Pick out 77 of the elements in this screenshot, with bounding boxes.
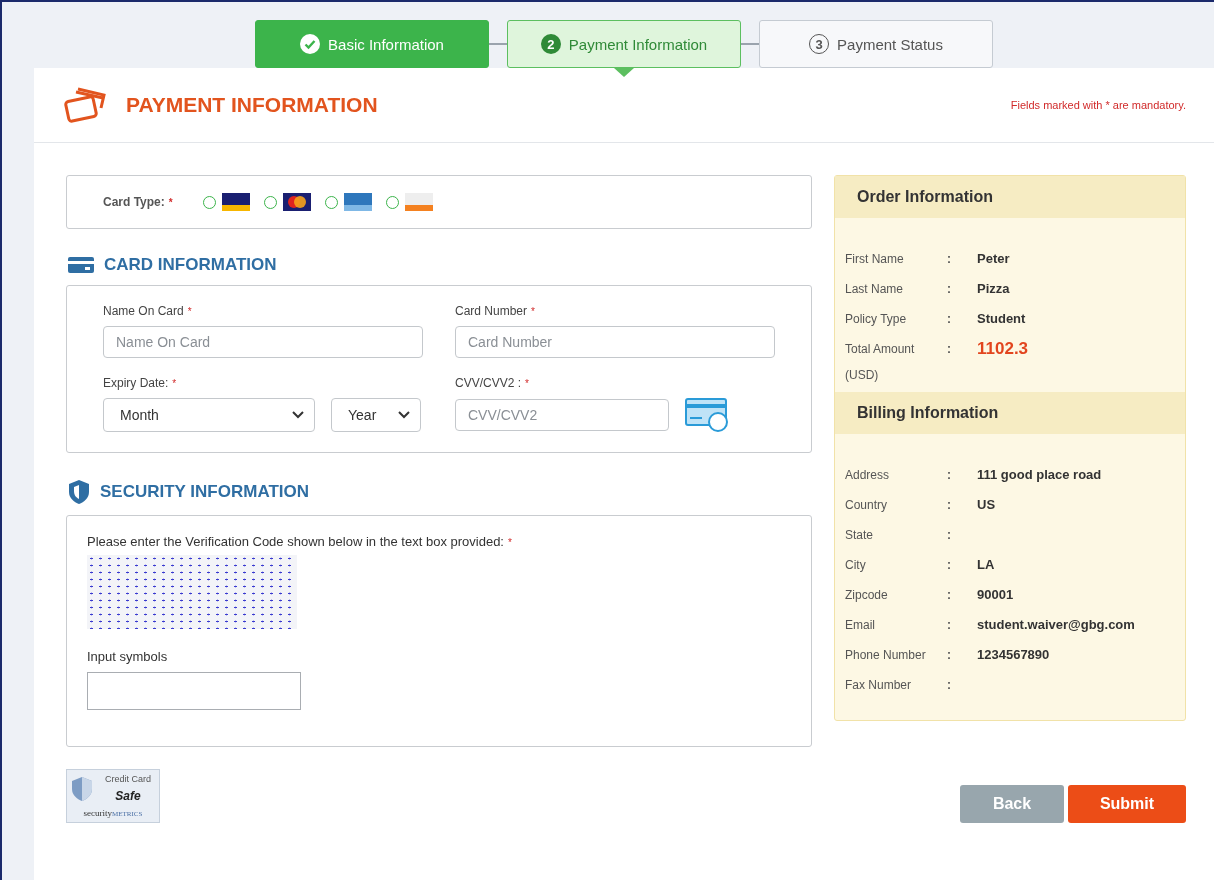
info-value: LA <box>977 556 996 574</box>
info-value: 111 good place road <box>977 466 1103 484</box>
shield-icon <box>68 479 90 505</box>
text-input[interactable]: Name On Card <box>103 326 423 358</box>
captcha-input[interactable] <box>87 672 301 710</box>
colon: : <box>947 497 952 514</box>
radio-button[interactable] <box>324 195 338 209</box>
info-label: City <box>845 557 867 574</box>
dropdown-select[interactable]: Year <box>331 398 421 432</box>
colon: : <box>947 527 952 544</box>
colon: : <box>947 341 952 358</box>
info-label: Total Amount <box>845 341 916 358</box>
colon: : <box>947 467 952 484</box>
colon: : <box>947 251 952 268</box>
shield-icon <box>70 776 94 802</box>
chevron-down-icon <box>292 411 304 419</box>
colon: : <box>947 677 952 694</box>
info-label: State <box>845 527 875 544</box>
mandatory-notice: Fields marked with * are mandatory. <box>1010 99 1186 111</box>
info-label: Fax Number <box>845 677 913 694</box>
card-logo-icon <box>404 193 433 211</box>
badge-text: Credit Card <box>104 774 152 785</box>
colon: : <box>947 587 952 604</box>
page-title: PAYMENT INFORMATION <box>126 93 379 117</box>
card-logo-icon <box>282 193 311 211</box>
info-value: US <box>977 496 997 514</box>
colon: : <box>947 647 952 664</box>
info-label: Country <box>845 497 889 514</box>
field-label: Name On Card * <box>103 304 193 318</box>
radio-button[interactable] <box>263 195 277 209</box>
field-label: Expiry Date: * <box>103 376 178 390</box>
info-label: Email <box>845 617 876 634</box>
colon: : <box>947 617 952 634</box>
field-label: CVV/CVV2 : * <box>455 376 530 390</box>
panel-heading: Order Information <box>835 176 1185 218</box>
info-label: (USD) <box>845 367 880 384</box>
colon: : <box>947 557 952 574</box>
info-value: 1102.3 <box>977 338 1030 360</box>
progress-step[interactable]: Basic Information <box>255 20 489 68</box>
card-logo-icon <box>221 193 250 211</box>
progress-step[interactable]: 2 Payment Information <box>507 20 741 68</box>
cvv-card-icon <box>685 398 729 432</box>
dropdown-select[interactable]: Month <box>103 398 315 432</box>
section-title: CARD INFORMATION <box>104 255 277 275</box>
info-value: Peter <box>977 250 1011 268</box>
field-label: Card Number * <box>455 304 536 318</box>
info-label: First Name <box>845 251 905 268</box>
badge-text: Safe <box>114 790 142 804</box>
section-title: SECURITY INFORMATION <box>100 482 310 502</box>
info-label: Address <box>845 467 891 484</box>
back-button[interactable]: Back <box>960 785 1064 823</box>
submit-button[interactable]: Submit <box>1068 785 1186 823</box>
info-label: Last Name <box>845 281 905 298</box>
card-icon <box>68 257 94 273</box>
progress-step[interactable]: 3 Payment Status <box>759 20 993 68</box>
info-label: Zipcode <box>845 587 889 604</box>
info-value: 1234567890 <box>977 646 1051 664</box>
captcha-prompt: Please enter the Verification Code shown below in the text box provided: * <box>87 534 513 549</box>
info-label: Phone Number <box>845 647 927 664</box>
info-value: Pizza <box>977 280 1011 298</box>
input-label: Input symbols <box>87 649 169 664</box>
colon: : <box>947 311 952 328</box>
info-value: Student <box>977 310 1027 328</box>
chevron-down-icon <box>398 411 410 419</box>
info-label: Policy Type <box>845 311 908 328</box>
cvv-input[interactable]: CVV/CVV2 <box>455 399 669 431</box>
colon: : <box>947 281 952 298</box>
card-logo-icon <box>343 193 372 211</box>
text-input[interactable]: Card Number <box>455 326 775 358</box>
info-value: student.waiver@gbg.com <box>977 616 1136 634</box>
info-value: 90001 <box>977 586 1015 604</box>
check-icon <box>300 34 321 54</box>
radio-button[interactable] <box>385 195 399 209</box>
panel-heading: Billing Information <box>835 392 1185 434</box>
card-type-label: Card Type: * <box>103 195 173 209</box>
radio-button[interactable] <box>202 195 216 209</box>
credit-cards-icon <box>64 86 108 124</box>
